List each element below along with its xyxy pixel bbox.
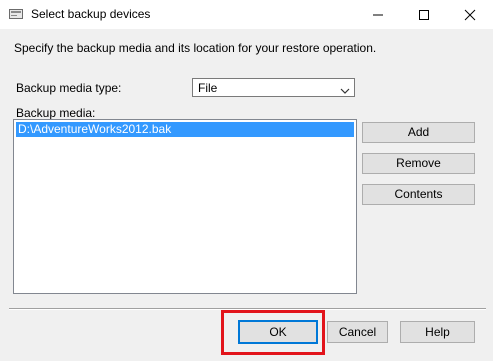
chevron-down-icon <box>340 84 350 98</box>
maximize-icon <box>419 10 429 20</box>
help-button-label: Help <box>425 325 450 339</box>
media-type-label: Backup media type: <box>16 81 122 95</box>
backup-media-label: Backup media: <box>16 106 96 120</box>
media-type-value: File <box>198 81 218 95</box>
close-button[interactable] <box>447 0 493 29</box>
cancel-button-label: Cancel <box>338 325 377 339</box>
list-item[interactable]: D:\AdventureWorks2012.bak <box>16 122 354 137</box>
contents-button-label: Contents <box>394 187 443 201</box>
dialog-description: Specify the backup media and its locatio… <box>14 41 377 55</box>
help-button[interactable]: Help <box>400 321 475 343</box>
remove-button-label: Remove <box>396 156 441 170</box>
add-button[interactable]: Add <box>362 122 475 143</box>
window-title: Select backup devices <box>31 7 151 21</box>
contents-button[interactable]: Contents <box>362 184 475 205</box>
minimize-button[interactable] <box>355 0 401 29</box>
minimize-icon <box>373 14 383 16</box>
maximize-button[interactable] <box>401 0 447 29</box>
window-app-icon <box>9 8 23 19</box>
remove-button[interactable]: Remove <box>362 153 475 174</box>
cancel-button[interactable]: Cancel <box>327 321 388 343</box>
ok-button[interactable]: OK <box>238 320 318 344</box>
title-bar: Select backup devices <box>0 0 493 29</box>
backup-media-list[interactable]: D:\AdventureWorks2012.bak <box>13 119 357 294</box>
media-type-select[interactable]: File <box>192 78 355 97</box>
ok-button-label: OK <box>269 325 287 339</box>
add-button-label: Add <box>407 125 430 139</box>
close-icon <box>464 9 476 21</box>
